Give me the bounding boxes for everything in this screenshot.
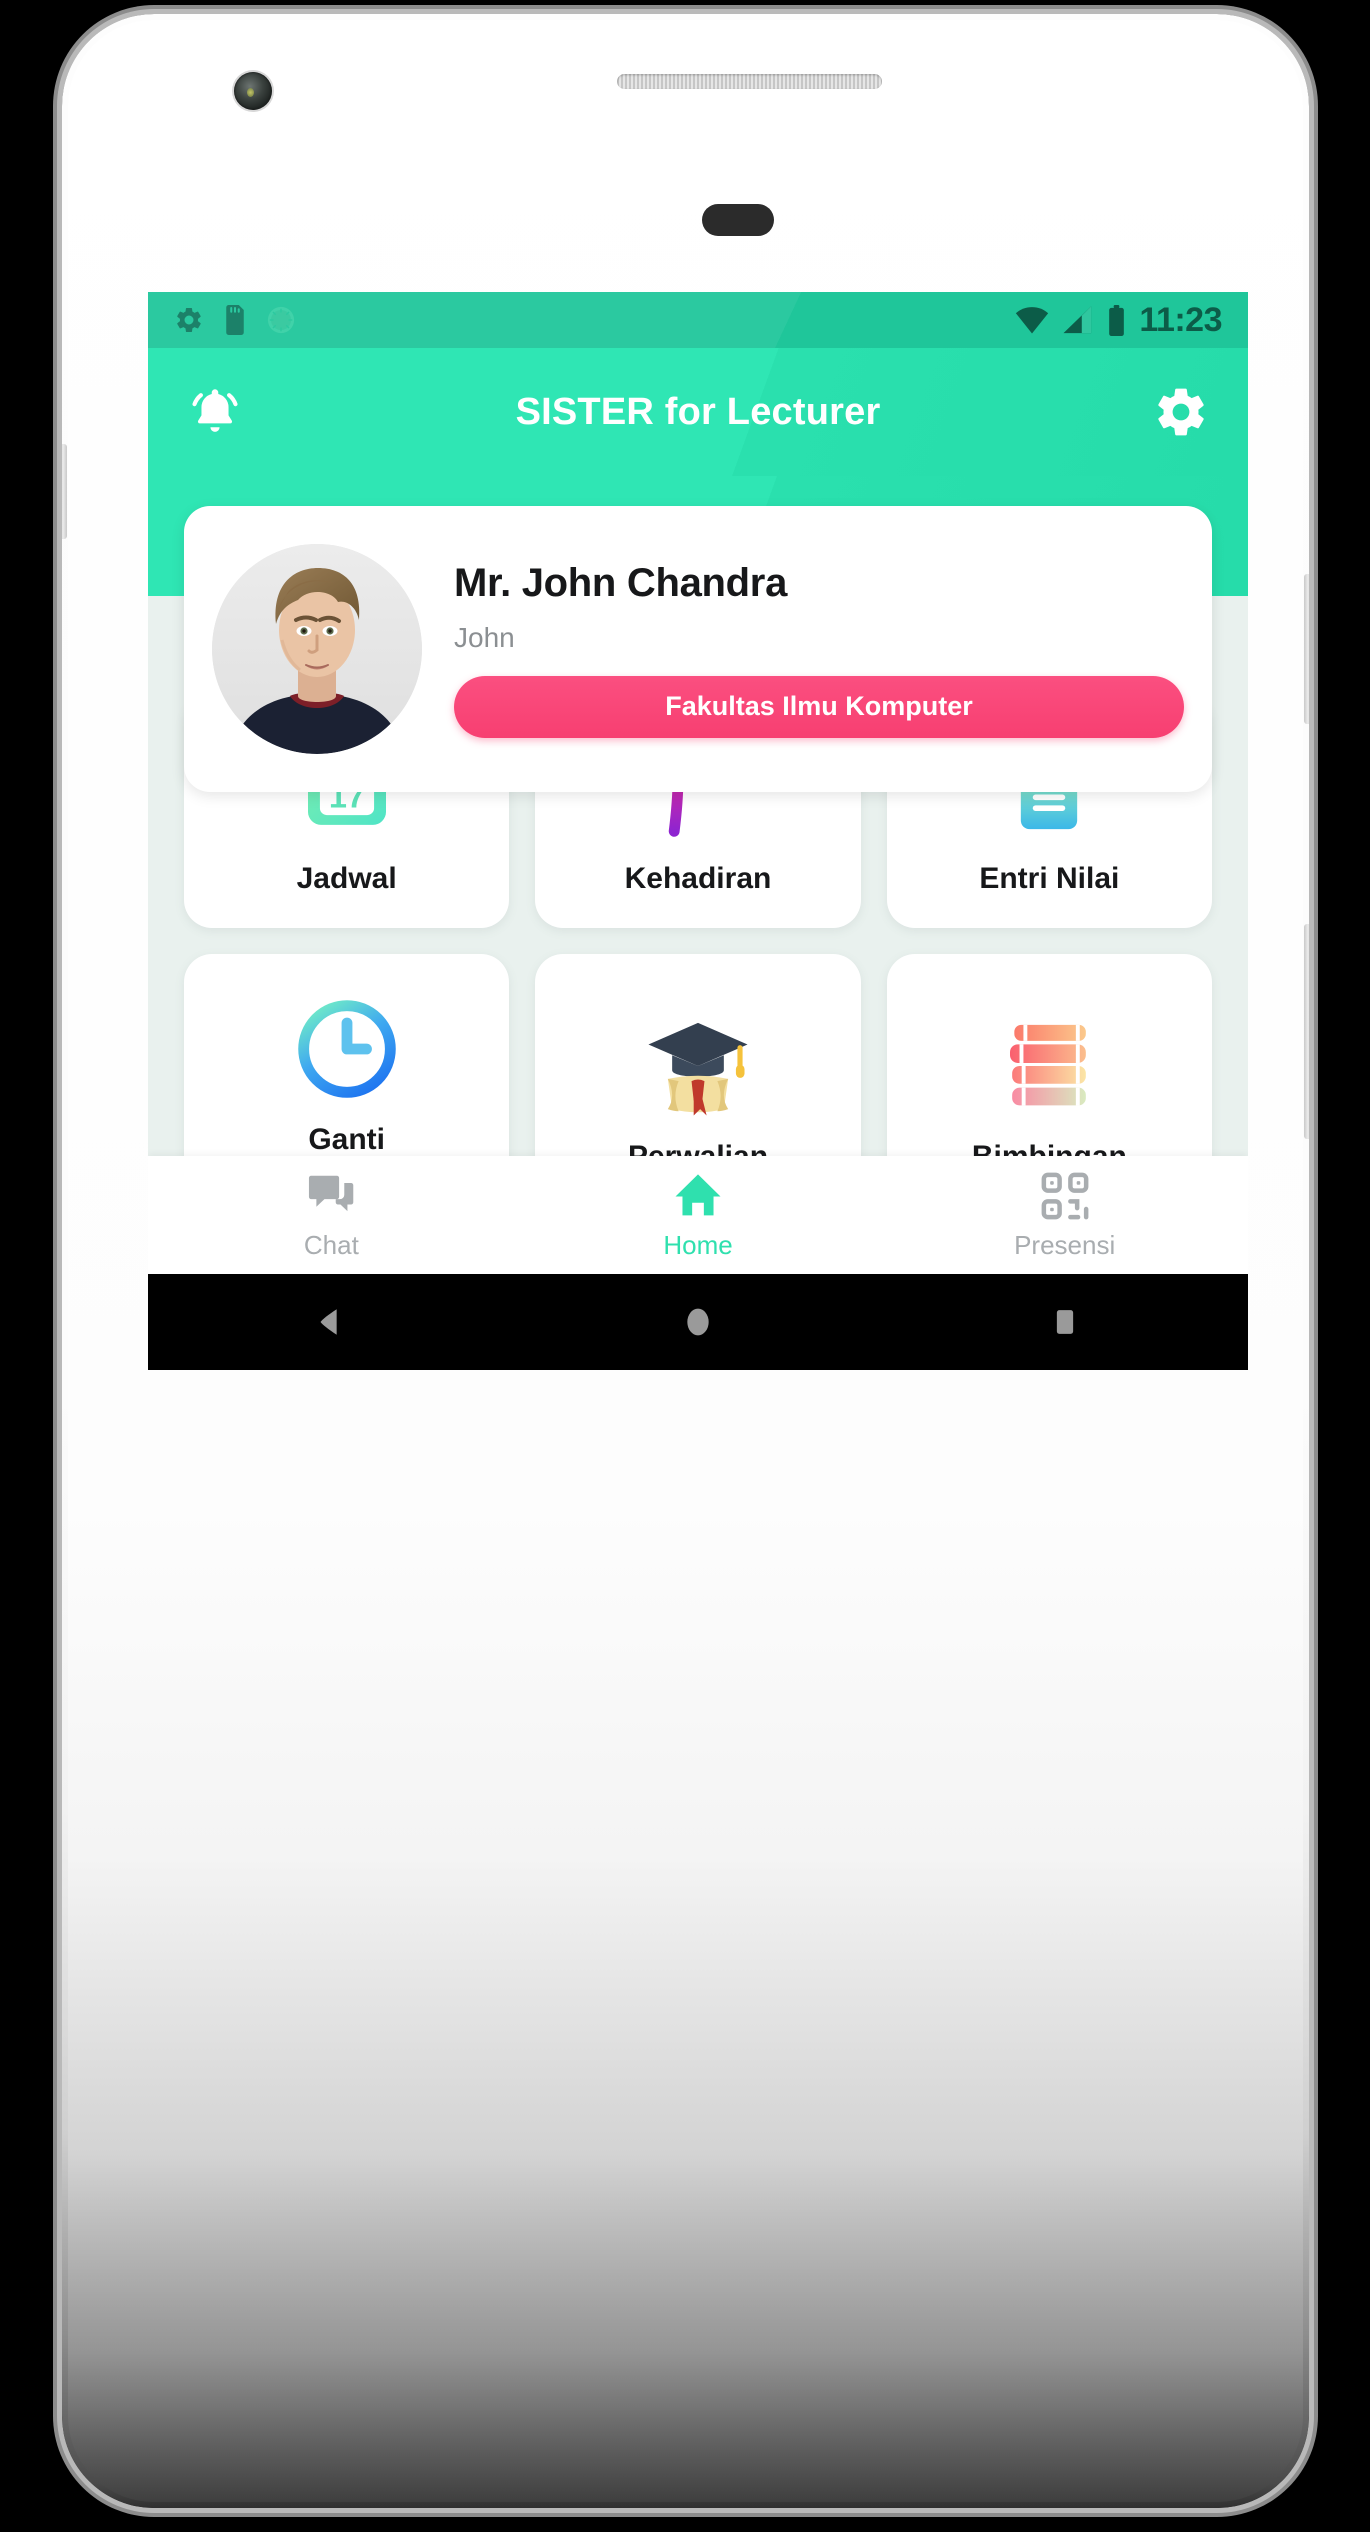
menu-tile-label: Kehadiran	[624, 862, 772, 896]
recents-square-icon	[1056, 1310, 1073, 1334]
volume-button[interactable]	[1304, 924, 1309, 1139]
nav-item-home[interactable]: Home	[515, 1169, 882, 1261]
settings-gear-button[interactable]	[1148, 379, 1214, 445]
recents-button[interactable]	[1005, 1287, 1125, 1357]
menu-tile-label: Jadwal	[296, 862, 397, 896]
settings-gear-icon	[1158, 388, 1204, 436]
status-bar-clock: 11:23	[1139, 301, 1222, 339]
earpiece-speaker-icon	[617, 74, 882, 89]
android-navigation-bar	[148, 1274, 1248, 1370]
nav-item-label: Chat	[303, 1230, 359, 1260]
app-viewport: 11:23 SISTER for Lecturer Mr. John Chand…	[148, 292, 1248, 1370]
circle-gear-icon	[267, 306, 295, 334]
battery-icon	[1109, 304, 1125, 336]
signal-icon	[1063, 306, 1092, 334]
status-bar-left-icons	[174, 305, 296, 335]
sd-card-icon	[226, 305, 244, 335]
qr-code-icon	[1041, 1172, 1089, 1220]
proximity-sensor-icon	[702, 204, 774, 236]
back-button[interactable]	[271, 1287, 391, 1357]
notification-bell-icon	[192, 389, 238, 432]
nav-item-presensi[interactable]: Presensi	[881, 1169, 1248, 1261]
faculty-badge-button[interactable]: Fakultas Ilmu Komputer	[454, 675, 1184, 738]
nav-item-label: Presensi	[1014, 1230, 1116, 1260]
app-header: SISTER for Lecturer	[148, 348, 1248, 476]
nav-item-chat[interactable]: Chat	[148, 1169, 515, 1261]
wifi-icon	[1016, 307, 1049, 334]
profile-username: John	[454, 621, 515, 653]
chat-bubbles-icon	[309, 1175, 354, 1212]
graduation-cap-icon	[642, 1006, 754, 1126]
menu-tile-label: Entri Nilai	[979, 862, 1120, 896]
front-camera-icon	[234, 72, 272, 110]
home-button[interactable]	[638, 1287, 758, 1357]
phone-device-frame: 11:23 SISTER for Lecturer Mr. John Chand…	[62, 14, 1309, 2508]
status-bar-right-icons: 11:23	[1015, 303, 1222, 337]
bottom-navigation: Chat Home Presensi	[148, 1156, 1248, 1274]
user-avatar-photo	[212, 544, 422, 754]
power-button[interactable]	[1304, 574, 1309, 724]
back-triangle-icon	[320, 1309, 337, 1335]
profile-card[interactable]: Mr. John Chandra John Fakultas Ilmu Komp…	[184, 506, 1212, 792]
phone-screen: 11:23 SISTER for Lecturer Mr. John Chand…	[148, 292, 1248, 1370]
profile-info: Mr. John Chandra John Fakultas Ilmu Komp…	[422, 561, 1184, 738]
status-bar: 11:23	[148, 292, 1248, 348]
avatar[interactable]	[212, 544, 422, 754]
gear-icon	[177, 307, 201, 333]
books-icon	[997, 1006, 1101, 1126]
home-circle-icon	[687, 1308, 709, 1336]
page-title: SISTER for Lecturer	[515, 390, 881, 433]
sim-tray	[62, 444, 67, 539]
profile-name: Mr. John Chandra	[454, 560, 788, 605]
notification-bell-button[interactable]	[182, 379, 248, 445]
nav-item-label: Home	[663, 1230, 733, 1260]
clock-icon	[295, 989, 399, 1109]
home-icon	[675, 1174, 721, 1216]
